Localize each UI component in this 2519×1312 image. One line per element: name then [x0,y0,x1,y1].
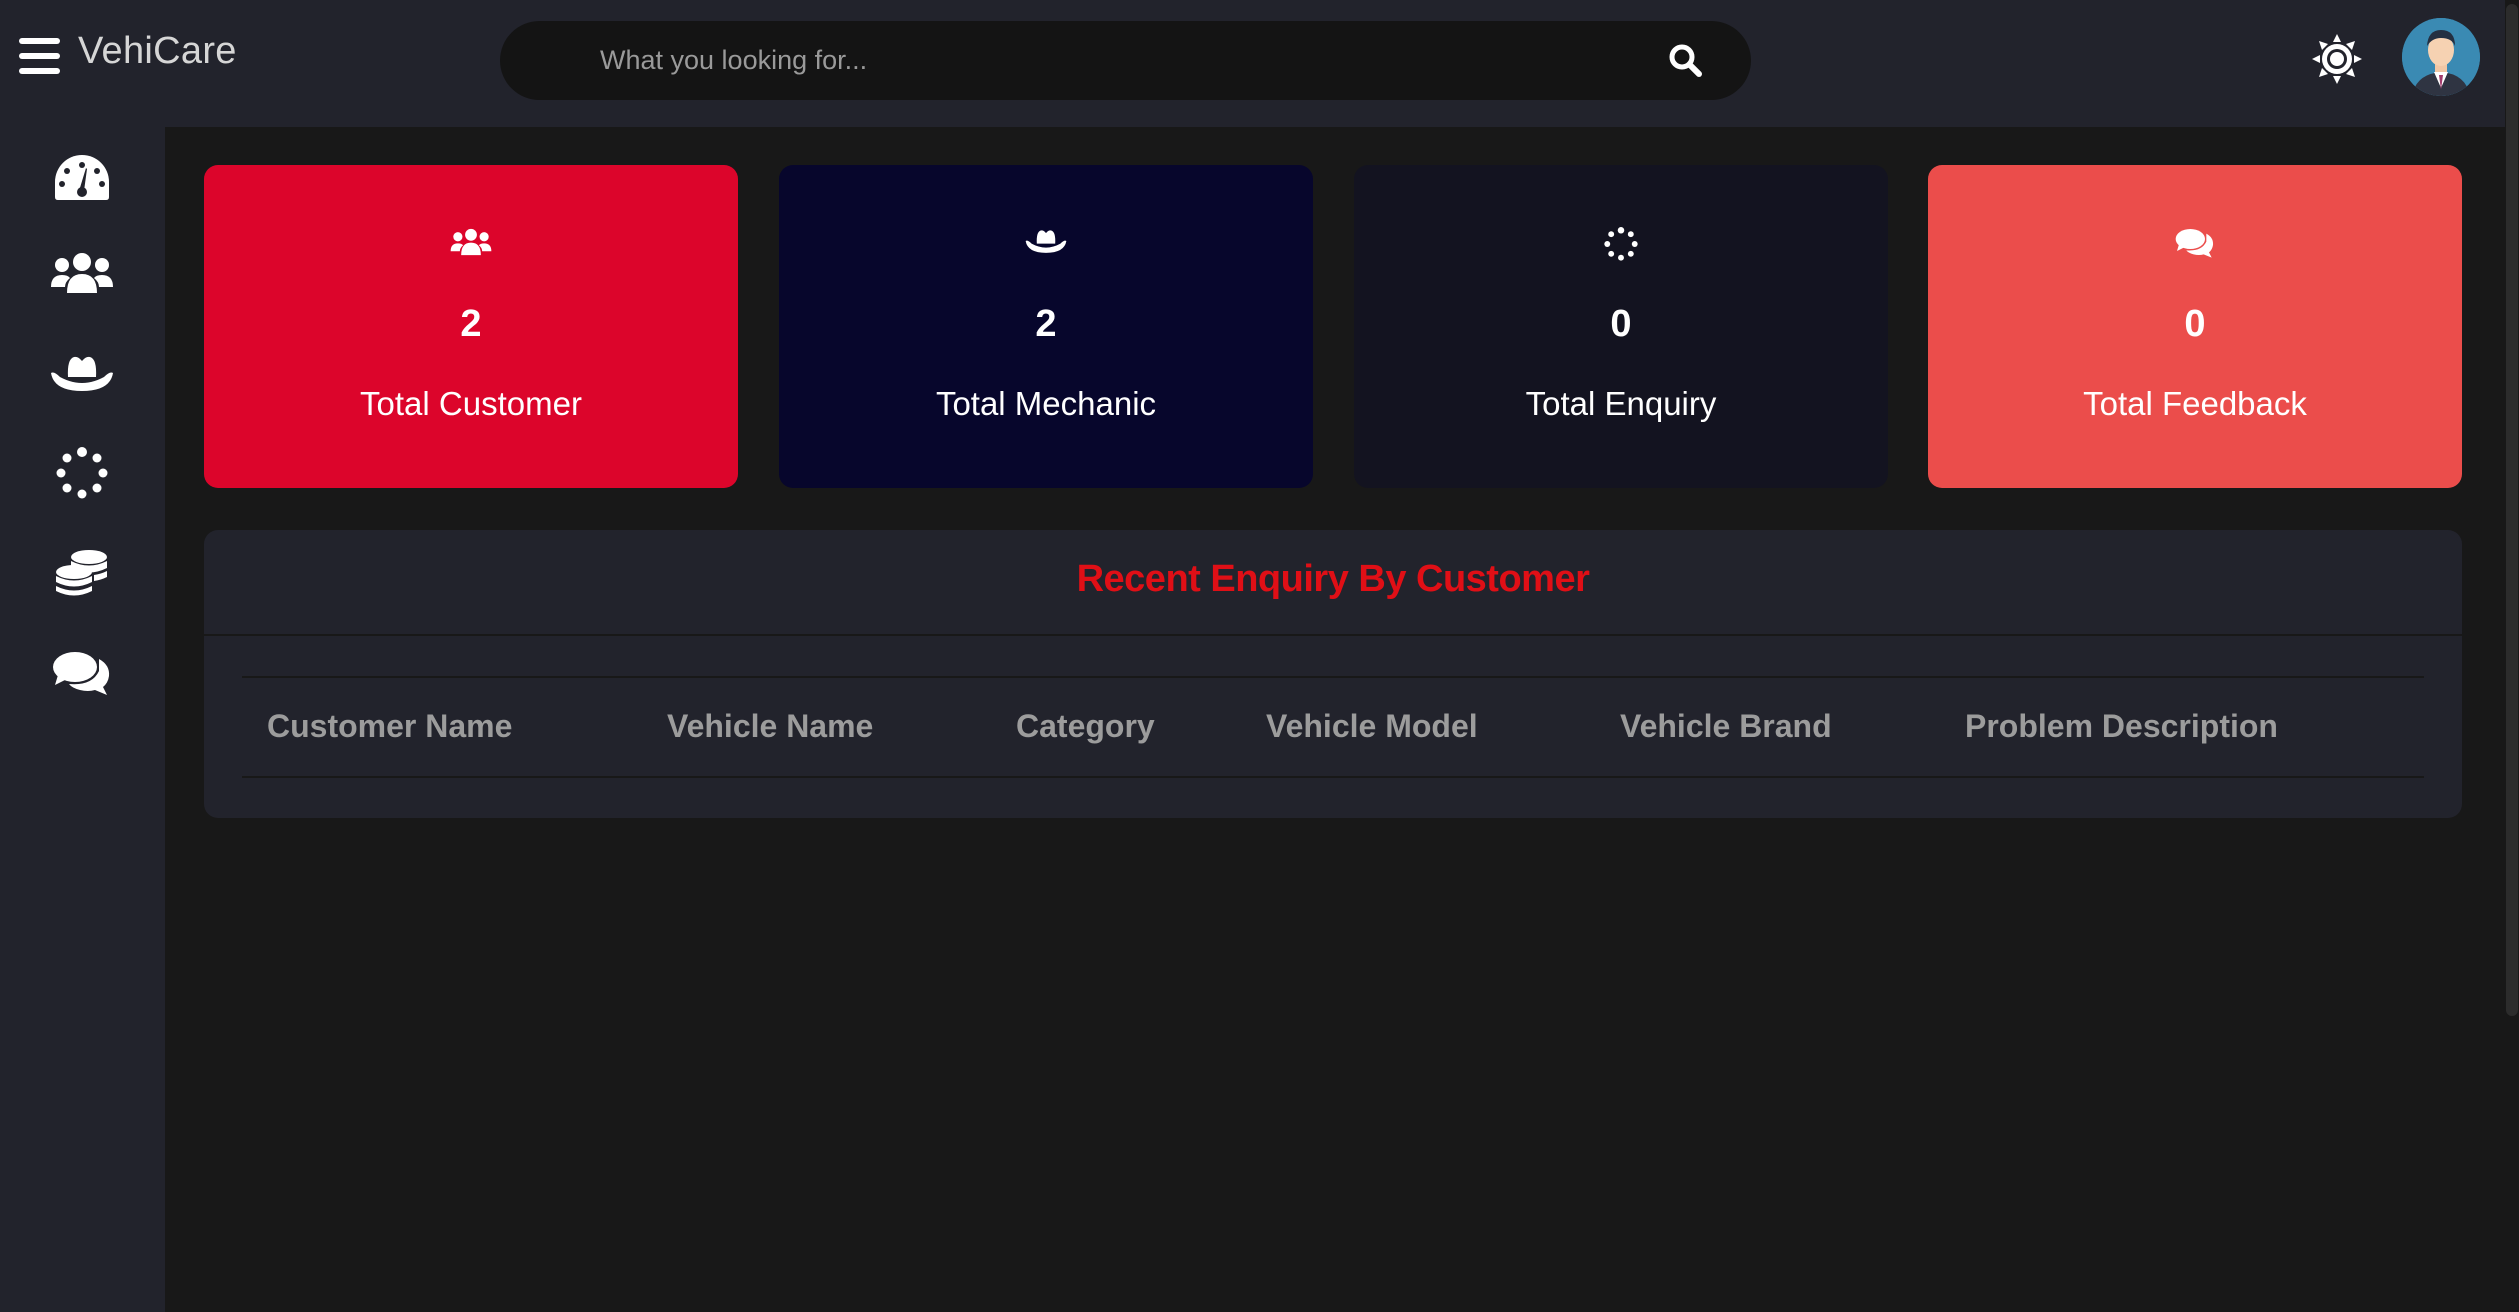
comments-icon [2175,229,2214,258]
users-icon [51,253,113,293]
top-navbar: VehiCare [0,0,2505,127]
column-header-category: Category [1016,708,1155,744]
users-icon [450,228,492,256]
card-total-feedback[interactable]: 0 Total Feedback [1928,165,2462,488]
avatar[interactable] [2402,18,2480,96]
dashboard-icon [55,155,109,200]
hat-icon [1025,230,1067,253]
divider [204,634,2462,636]
card-count: 0 [2184,303,2206,345]
sidebar-item-mechanics[interactable] [50,345,114,401]
card-label: Total Customer [360,385,582,422]
column-header-customer-name: Customer Name [267,708,513,744]
search-icon[interactable] [1666,41,1706,81]
search-bar [500,21,1751,100]
table-divider [242,676,2424,678]
sidebar-item-payments[interactable] [50,545,114,601]
sidebar-item-customers[interactable] [50,245,114,301]
column-header-vehicle-brand: Vehicle Brand [1620,708,1832,744]
sidebar [0,127,165,1312]
spinner-icon [1604,227,1638,261]
card-count: 2 [460,303,482,345]
recent-enquiry-panel: Recent Enquiry By Customer Customer Name… [204,530,2462,818]
card-count: 2 [1035,303,1057,345]
card-total-customer[interactable]: 2 Total Customer [204,165,738,488]
card-count: 0 [1610,303,1632,345]
sidebar-item-feedback[interactable] [50,645,114,701]
column-header-problem-description: Problem Description [1965,708,2278,744]
column-header-vehicle-name: Vehicle Name [667,708,874,744]
comments-icon [53,652,110,695]
coins-icon [56,550,107,596]
column-header-vehicle-model: Vehicle Model [1266,708,1478,744]
sidebar-item-enquiries[interactable] [50,445,114,501]
spinner-icon [56,447,108,499]
search-input[interactable] [600,21,1600,100]
table-divider [242,776,2424,778]
sun-icon[interactable] [2310,32,2364,86]
panel-title: Recent Enquiry By Customer [1076,558,1590,600]
card-label: Total Feedback [2083,385,2307,422]
menu-icon[interactable] [19,38,60,74]
card-total-enquiry[interactable]: 0 Total Enquiry [1354,165,1888,488]
brand-title[interactable]: VehiCare [78,30,237,73]
hat-icon [51,356,113,391]
card-label: Total Mechanic [935,385,1157,422]
card-total-mechanic[interactable]: 2 Total Mechanic [779,165,1313,488]
sidebar-item-dashboard[interactable] [50,149,114,205]
card-label: Total Enquiry [1525,385,1717,422]
scrollbar-thumb[interactable] [2506,4,2518,1016]
